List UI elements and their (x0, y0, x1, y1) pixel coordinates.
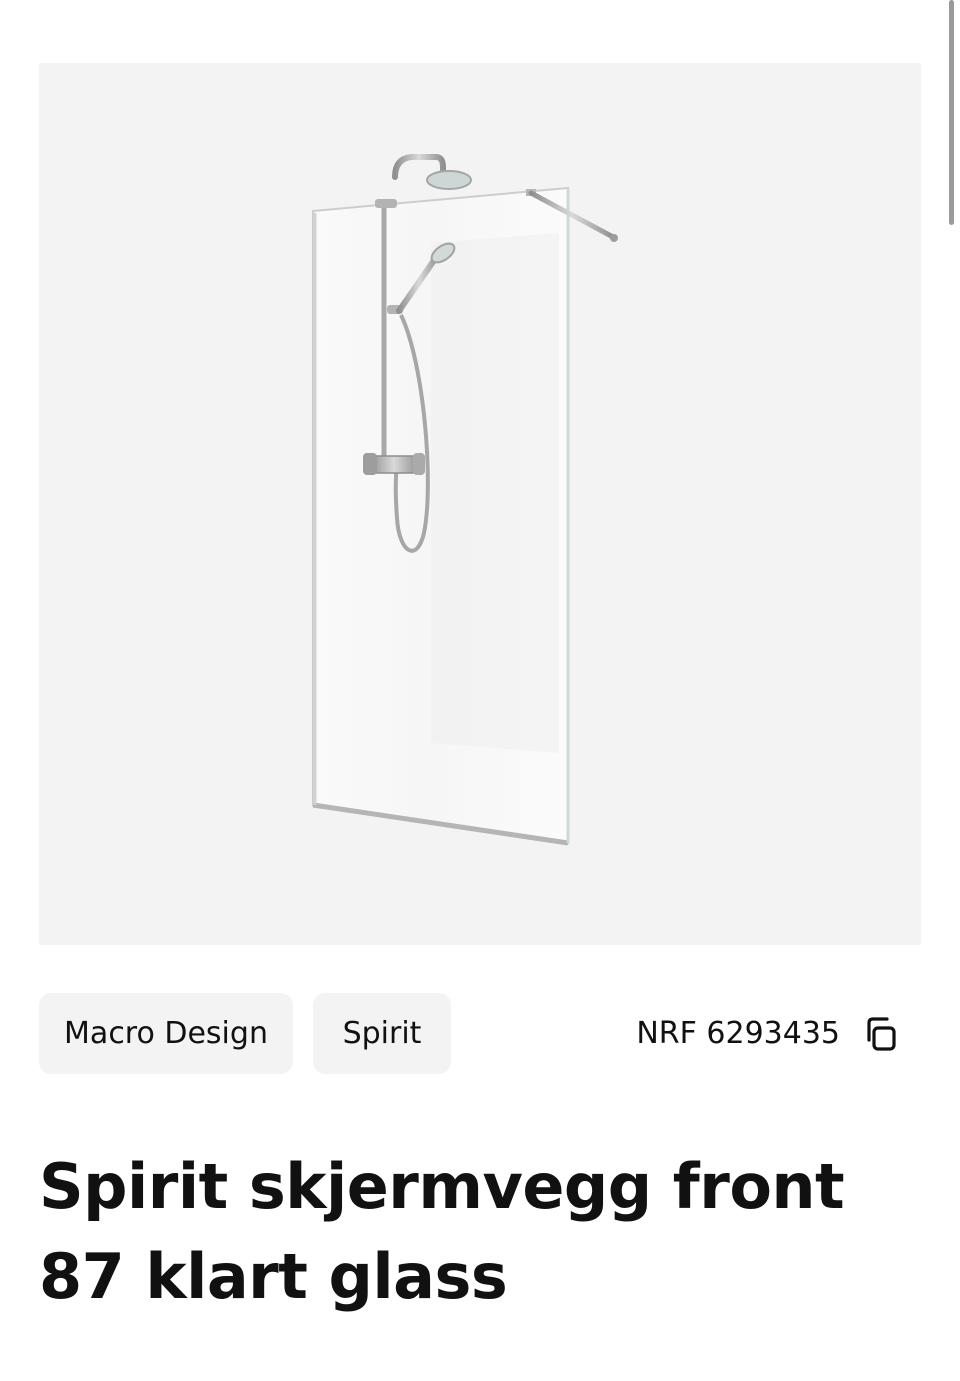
copy-icon[interactable] (860, 1014, 900, 1054)
product-image[interactable] (39, 63, 921, 945)
shower-wall-illustration (312, 154, 618, 846)
product-title: Spirit skjermvegg front 87 klart glass (39, 1150, 845, 1313)
page-scrollbar[interactable] (949, 0, 954, 225)
series-tag[interactable]: Spirit (313, 993, 451, 1074)
nrf-number: NRF 6293435 (636, 1016, 840, 1051)
nrf-number-row: NRF 6293435 (600, 993, 900, 1074)
brand-tag[interactable]: Macro Design (39, 993, 293, 1074)
